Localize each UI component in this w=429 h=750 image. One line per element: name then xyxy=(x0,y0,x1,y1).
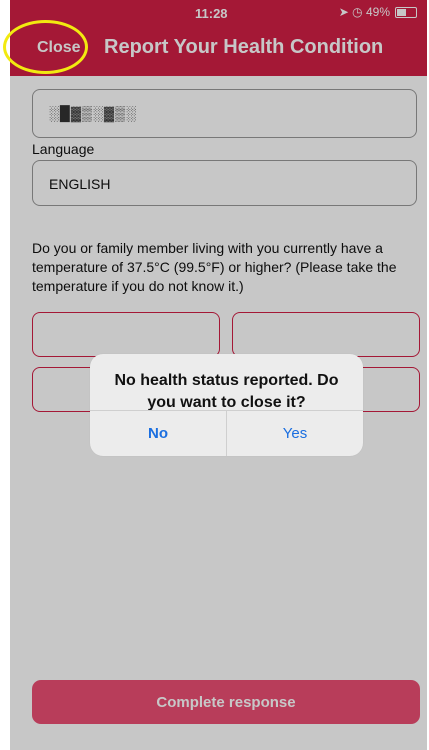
dialog-no-button[interactable]: No xyxy=(90,410,226,456)
left-margin xyxy=(0,0,10,750)
close-confirm-dialog: No health status reported. Do you want t… xyxy=(90,354,363,456)
dialog-yes-button[interactable]: Yes xyxy=(227,410,363,456)
highlight-annotation xyxy=(3,20,88,74)
dialog-message: No health status reported. Do you want t… xyxy=(90,370,363,414)
app-screen: 11:28 ➤ ◷ 49% Close Report Your Health C… xyxy=(0,0,429,750)
dialog-message-line-1: No health status reported. Do xyxy=(114,372,339,389)
